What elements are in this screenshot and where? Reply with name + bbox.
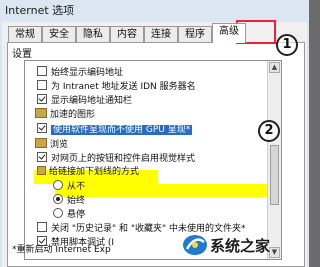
list-item[interactable]: 始终 [53, 194, 85, 207]
tab-advanced[interactable]: 高级 [212, 23, 246, 43]
list-item-group: 给链接加下划线的方式 [37, 166, 139, 179]
scroll-thumb[interactable] [270, 145, 279, 205]
setting-label: 始终 [67, 196, 86, 206]
folder-icon [35, 108, 47, 118]
list-item-selected[interactable]: 使用软件呈现而不使用 GPU 呈现* [37, 123, 193, 136]
tab-programs[interactable]: 程序 [178, 26, 212, 42]
checkbox[interactable] [37, 152, 47, 162]
radio-button[interactable] [53, 208, 63, 218]
internet-options-window: Internet 选项 常规 安全 隐私 内容 连接 程序 高级 设置 始终显示… [0, 0, 309, 267]
radio-button[interactable] [53, 194, 63, 204]
watermark-text: 系统之家 [210, 237, 271, 255]
setting-label: 对网页上的按钮和控件启用视觉样式 [51, 154, 196, 164]
scroll-up-icon[interactable]: ▲ [269, 62, 280, 73]
group-label: 浏览 [50, 140, 69, 150]
list-item[interactable]: 为 Intranet 地址发送 IDN 服务器名 [37, 80, 196, 93]
settings-heading: 设置 [12, 49, 32, 60]
list-item[interactable]: 悬停 [53, 208, 85, 221]
list-item[interactable]: 始终显示编码地址 [37, 66, 123, 79]
list-item[interactable]: 从不 [53, 180, 85, 193]
group-header: 加速的图形 [35, 108, 95, 121]
checkbox[interactable] [37, 66, 47, 76]
checkbox[interactable] [37, 123, 47, 133]
list-item[interactable]: 显示编码地址通知栏 [37, 94, 132, 107]
setting-label: 悬停 [67, 210, 86, 220]
group-header: 浏览 [35, 138, 68, 151]
setting-label: 给链接加下划线的方式 [49, 167, 140, 177]
tab-general[interactable]: 常规 [8, 26, 42, 42]
window-title: Internet 选项 [5, 4, 75, 17]
tab-security[interactable]: 安全 [42, 26, 76, 42]
item-highlight [55, 184, 269, 197]
checkbox[interactable] [37, 222, 47, 232]
setting-label: 始终显示编码地址 [51, 68, 124, 78]
setting-label: 从不 [67, 182, 86, 192]
watermark: 系统之家 [182, 229, 306, 261]
tab-content[interactable]: 内容 [110, 26, 144, 42]
tab-connections[interactable]: 连接 [144, 26, 178, 42]
list-item[interactable]: 对网页上的按钮和控件启用视觉样式 [37, 152, 195, 165]
callout-number-1: 1 [276, 34, 298, 56]
setting-label: 为 Intranet 地址发送 IDN 服务器名 [51, 82, 196, 92]
setting-label: 显示编码地址通知栏 [51, 96, 133, 106]
tab-privacy[interactable]: 隐私 [76, 26, 110, 42]
folder-icon [35, 138, 47, 148]
group-label: 加速的图形 [50, 110, 96, 120]
checkbox[interactable] [37, 80, 47, 90]
radio-button[interactable] [53, 180, 63, 190]
setting-label: 使用软件呈现而不使用 GPU 呈现* [51, 125, 193, 135]
checkbox[interactable] [37, 94, 47, 104]
settings-icon [37, 166, 46, 175]
restart-footnote: *重新启动 Internet Exp [12, 245, 111, 255]
watermark-logo-icon [183, 235, 207, 255]
callout-number-2: 2 [258, 120, 280, 142]
